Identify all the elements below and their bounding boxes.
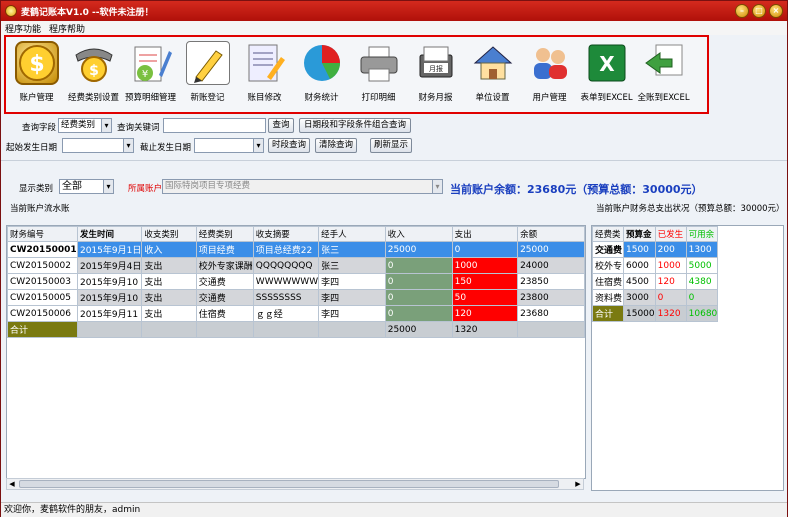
- col-income[interactable]: 收入: [384, 226, 453, 242]
- col-balance[interactable]: 余额: [517, 226, 585, 242]
- table-row[interactable]: CW20150006 2015年9月11 支出 住宿费 ｇｇ经 李四 0 120…: [7, 305, 585, 322]
- table-row[interactable]: 交通费 1500 200 1300: [592, 241, 719, 258]
- account-label: 所属账户: [128, 184, 163, 194]
- ledger-table[interactable]: 财务编号 发生时间 收支类别 经费类别 收支摘要 经手人 收入 支出 余额 CW…: [6, 225, 586, 479]
- keyword-input[interactable]: [163, 118, 266, 133]
- table-total-row[interactable]: 合计 15000 1320 10680: [592, 305, 719, 322]
- summary-table[interactable]: 经费类 预算金 已发生 可用余 交通费 1500 200 1300 校外专 60…: [591, 225, 784, 491]
- menu-program-functions[interactable]: 程序功能: [5, 22, 41, 35]
- toolbar-print-detail-button[interactable]: 打印明细: [350, 39, 407, 109]
- title-bar: 麦鹤记账本V1.0 --软件未注册！ – □ ×: [1, 1, 787, 21]
- pencil-note-icon: [185, 41, 230, 85]
- scroll-left-icon[interactable]: ◀: [7, 479, 17, 489]
- refresh-button[interactable]: 刷新显示: [370, 138, 412, 153]
- query-field-select[interactable]: 经费类别: [58, 118, 112, 133]
- col-fund-type[interactable]: 经费类: [592, 226, 624, 242]
- monthly-report-icon: 月报: [414, 41, 458, 85]
- toolbar-account-management-button[interactable]: $ 账户管理: [8, 39, 65, 109]
- table-row[interactable]: 资料费 3000 0 0: [592, 289, 719, 306]
- start-date-label: 起始发生日期: [6, 143, 58, 153]
- col-inout-type[interactable]: 收支类别: [141, 226, 197, 242]
- account-balance: 当前账户余额：23680元（预算总额：30000元）: [450, 183, 703, 196]
- query-button[interactable]: 查询: [268, 118, 294, 133]
- end-date-picker[interactable]: [194, 138, 264, 153]
- summary-title: 当前账户财务总支出状况（预算总额：30000元）: [596, 204, 785, 214]
- period-query-button[interactable]: 时段查询: [268, 138, 310, 153]
- display-type-label: 显示类别: [19, 184, 54, 194]
- menu-program-help[interactable]: 程序帮助: [49, 22, 85, 35]
- toolbar-monthly-report-button[interactable]: 月报 财务月报: [407, 39, 464, 109]
- col-budget[interactable]: 预算金: [623, 226, 656, 242]
- dollar-coin-icon: $: [14, 41, 59, 85]
- end-date-label: 截止发生日期: [140, 143, 192, 153]
- summary-header-row: 经费类 预算金 已发生 可用余: [592, 226, 719, 242]
- minimize-button[interactable]: –: [735, 4, 749, 18]
- combined-query-button[interactable]: 日期段和字段条件组合查询: [299, 118, 411, 133]
- toolbar-unit-settings-button[interactable]: 单位设置: [464, 39, 521, 109]
- svg-text:$: $: [89, 63, 99, 79]
- toolbar-statistics-button[interactable]: 财务统计: [293, 39, 350, 109]
- menu-bar: 程序功能 程序帮助: [1, 21, 787, 35]
- col-expense[interactable]: 支出: [451, 226, 519, 242]
- table-row[interactable]: CW20150003 2015年9月10 支出 交通费 WWWWWWW 李四 0…: [7, 273, 585, 290]
- account-select[interactable]: 国际特岗项目专项经费: [162, 179, 443, 194]
- start-date-picker[interactable]: [62, 138, 134, 153]
- svg-text:月报: 月报: [429, 64, 443, 73]
- col-handler[interactable]: 经手人: [318, 226, 386, 242]
- table-row[interactable]: CW20150005 2015年9月10 支出 交通费 SSSSSSSS 李四 …: [7, 289, 585, 306]
- printer-icon: [357, 41, 401, 85]
- query-field-label: 查询字段: [22, 123, 57, 133]
- table-row[interactable]: 住宿费 4500 120 4380: [592, 273, 719, 290]
- col-number[interactable]: 财务编号: [7, 226, 78, 242]
- main-window: 麦鹤记账本V1.0 --软件未注册！ – □ × 程序功能 程序帮助 $ 账户管…: [0, 0, 788, 517]
- clear-query-button[interactable]: 清除查询: [315, 138, 357, 153]
- table-total-row[interactable]: 合计 25000 1320: [7, 321, 585, 338]
- table-row[interactable]: 校外专 6000 1000 5000: [592, 257, 719, 274]
- window-title: 麦鹤记账本V1.0 --软件未注册！: [21, 7, 154, 18]
- edit-document-icon: [243, 41, 287, 85]
- display-type-select[interactable]: 全部: [59, 179, 114, 194]
- col-summary[interactable]: 收支摘要: [252, 226, 320, 242]
- svg-text:¥: ¥: [141, 69, 147, 80]
- money-bag-icon: $: [72, 41, 116, 85]
- excel-export-icon: [642, 41, 686, 85]
- scroll-right-icon[interactable]: ▶: [573, 479, 583, 489]
- toolbar-new-entry-button[interactable]: 新账登记: [179, 39, 236, 109]
- keyword-label: 查询关键词: [117, 123, 160, 133]
- house-icon: [471, 41, 515, 85]
- search-panel: 查询字段 经费类别 查询关键词 查询 日期段和字段条件组合查询 起始发生日期 截…: [1, 115, 787, 160]
- col-fund-type[interactable]: 经费类别: [195, 226, 254, 242]
- main-toolbar: $ 账户管理 $ 经费类别设置 ¥ 预算明细管理 新账登记 账目修改 财务统计 …: [4, 35, 709, 114]
- col-spent[interactable]: 已发生: [654, 226, 687, 242]
- app-logo-icon: [5, 5, 17, 17]
- ledger-title: 当前账户流水账: [10, 204, 70, 214]
- scroll-thumb[interactable]: [19, 480, 559, 488]
- col-date[interactable]: 发生时间: [76, 226, 143, 242]
- col-available[interactable]: 可用余: [685, 226, 719, 242]
- users-icon: [528, 41, 572, 85]
- ledger-header-row: 财务编号 发生时间 收支类别 经费类别 收支摘要 经手人 收入 支出 余额: [7, 226, 585, 242]
- toolbar-fund-category-button[interactable]: $ 经费类别设置: [65, 39, 122, 109]
- excel-icon: X: [585, 41, 629, 85]
- close-button[interactable]: ×: [769, 4, 783, 18]
- divider: [1, 160, 787, 161]
- toolbar-budget-detail-button[interactable]: ¥ 预算明细管理: [122, 39, 179, 109]
- svg-text:X: X: [599, 52, 615, 76]
- toolbar-user-management-button[interactable]: 用户管理: [521, 39, 578, 109]
- maximize-button[interactable]: □: [752, 4, 766, 18]
- toolbar-form-to-excel-button[interactable]: X 表单到EXCEL: [578, 39, 635, 109]
- table-row[interactable]: CW20150001 2015年9月1日 收入 项目经费 项目总经费22 张三 …: [7, 241, 585, 258]
- ledger-horizontal-scrollbar[interactable]: ◀ ▶: [6, 478, 584, 490]
- pie-chart-icon: [300, 41, 344, 85]
- status-bar: 欢迎你，麦鹤软件的朋友，admin: [1, 502, 787, 517]
- table-row[interactable]: CW20150002 2015年9月4日 支出 校外专家课酬 QQQQQQQQ …: [7, 257, 585, 274]
- toolbar-all-to-excel-button[interactable]: 全账到EXCEL: [635, 39, 692, 109]
- svg-text:$: $: [29, 52, 44, 77]
- budget-notebook-icon: ¥: [129, 41, 173, 85]
- toolbar-edit-entry-button[interactable]: 账目修改: [236, 39, 293, 109]
